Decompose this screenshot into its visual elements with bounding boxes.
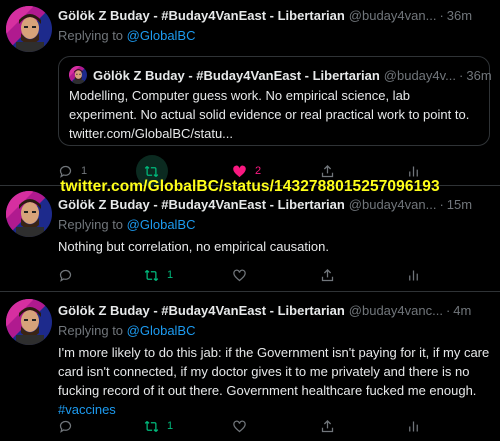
display-name[interactable]: Gölök Z Buday - #Buday4VanEast - Liberta… [58,8,345,23]
avatar-image [6,6,52,52]
timestamp[interactable]: 4m [453,303,471,318]
retweet-button[interactable]: 1 [144,417,173,435]
reply-icon [59,420,72,433]
tweet-actions: 1 [58,266,428,284]
tweet[interactable]: Gölök Z Buday - #Buday4VanEast - Liberta… [0,0,500,187]
like-icon [233,165,246,177]
tweet-content: Gölök Z Buday - #Buday4VanEast - Liberta… [58,303,494,419]
like-button[interactable] [232,266,247,284]
like-icon [233,269,246,281]
display-name[interactable]: Gölök Z Buday - #Buday4VanEast - Liberta… [58,197,345,212]
quoted-avatar [69,66,87,84]
share-icon [321,419,334,432]
reply-mention-link[interactable]: @GlobalBC [127,323,196,338]
avatar-image [6,299,52,345]
reply-mention-link[interactable]: @GlobalBC [127,28,196,43]
reply-mention-link[interactable]: @GlobalBC [127,217,196,232]
tweet-content: Gölök Z Buday - #Buday4VanEast - Liberta… [58,197,494,256]
retweet-icon [144,420,159,432]
tweet-actions: 1 [58,417,428,435]
tweet-text: I'm more likely to do this jab: if the G… [58,343,494,419]
replying-to: Replying to @GlobalBC [58,217,196,232]
analytics-icon [409,166,418,176]
quoted-link[interactable]: twitter.com/GlobalBC/statu... [69,126,233,141]
replying-to: Replying to @GlobalBC [58,28,196,43]
avatar-image [69,66,87,84]
analytics-icon [409,421,418,431]
quoted-display-name: Gölök Z Buday - #Buday4VanEast - Liberta… [93,67,380,83]
quoted-user-handle: @buday4v... [383,67,457,83]
reply-button[interactable] [58,266,73,284]
like-button[interactable] [232,417,247,435]
user-handle[interactable]: @buday4van... [349,197,437,212]
avatar[interactable] [6,6,52,52]
like-icon [233,420,246,432]
avatar[interactable] [6,191,52,237]
tweet-header: Gölök Z Buday - #Buday4VanEast - Liberta… [58,197,494,214]
retweet-count: 1 [167,269,174,281]
share-icon [321,268,334,281]
separator-dot: · [439,8,444,23]
quoted-tweet[interactable]: Gölök Z Buday - #Buday4VanEast - Liberta… [58,56,492,146]
replying-to: Replying to @GlobalBC [58,323,196,338]
retweet-icon [144,269,159,281]
share-button[interactable] [320,266,335,284]
display-name[interactable]: Gölök Z Buday - #Buday4VanEast - Liberta… [58,303,345,318]
timestamp[interactable]: 36m [447,8,472,23]
separator-dot: · [445,303,451,318]
separator-dot: · [459,67,464,83]
like-count: 2 [255,165,262,177]
quoted-tweet-text: Modelling, Computer guess work. No empir… [69,88,470,141]
reply-count: 1 [81,165,88,177]
reply-icon [59,269,72,282]
separator-dot: · [439,197,444,212]
avatar-image [6,191,52,237]
tweet-header: Gölök Z Buday - #Buday4VanEast - Liberta… [58,8,494,25]
status-url-caption: twitter.com/GlobalBC/status/143278801525… [60,178,440,195]
retweet-icon [144,165,159,177]
user-handle[interactable]: @buday4van... [349,8,437,23]
reply-icon [59,165,72,178]
timestamp[interactable]: 15m [447,197,472,212]
tweet[interactable]: Gölök Z Buday - #Buday4VanEast - Liberta… [0,186,500,292]
analytics-icon [409,270,418,280]
tweet-header: Gölök Z Buday - #Buday4VanEast - Liberta… [58,303,494,320]
tweet-content: Gölök Z Buday - #Buday4VanEast - Liberta… [58,8,494,45]
share-button[interactable] [320,417,335,435]
analytics-button[interactable] [406,266,421,284]
quoted-tweet-header: Gölök Z Buday - #Buday4VanEast - Liberta… [69,66,492,84]
tweet-text: Nothing but correlation, no empirical ca… [58,239,329,254]
quoted-timestamp: 36m [466,67,492,83]
analytics-button[interactable] [406,417,421,435]
retweet-count: 1 [167,420,174,432]
avatar[interactable] [6,299,52,345]
reply-button[interactable] [58,417,73,435]
user-handle[interactable]: @buday4vanc... [349,303,443,318]
retweet-button[interactable]: 1 [144,266,173,284]
share-icon [321,164,334,177]
